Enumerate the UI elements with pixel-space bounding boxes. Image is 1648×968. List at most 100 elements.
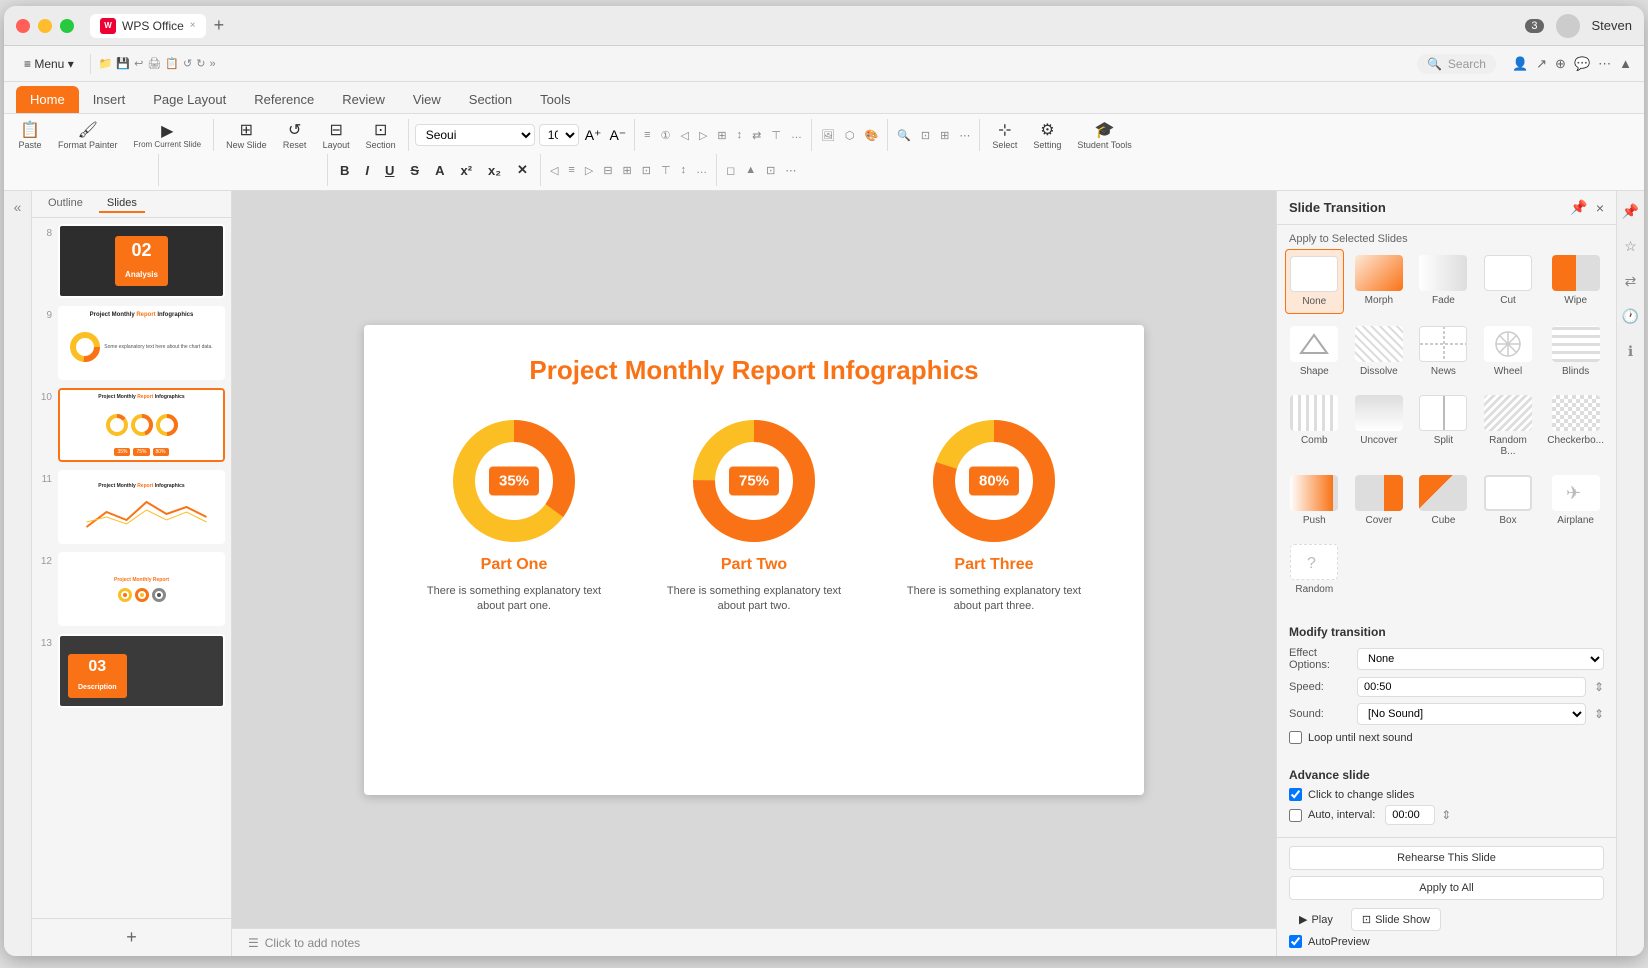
paste-button[interactable]: 📋 Paste — [12, 118, 48, 152]
indent-increase-icon[interactable]: ▷ — [696, 127, 710, 144]
zoom-icon[interactable]: 🔍 — [894, 127, 914, 144]
list-number-icon[interactable]: ① — [658, 127, 674, 144]
strikethrough-button[interactable]: S — [404, 161, 425, 180]
transition-box[interactable]: Box — [1479, 469, 1538, 532]
student-tools-button[interactable]: 🎓 Student Tools — [1071, 118, 1137, 152]
transition-dissolve[interactable]: Dissolve — [1350, 320, 1409, 383]
notes-bar[interactable]: ☰ Click to add notes — [232, 928, 1276, 956]
info-icon[interactable]: ℹ — [1624, 339, 1637, 364]
bold-button[interactable]: B — [334, 161, 355, 180]
transition-wipe[interactable]: Wipe — [1543, 249, 1608, 314]
list-item[interactable]: 11 Project Monthly Report Infographics — [38, 470, 225, 544]
more5-icon[interactable]: ⋯ — [782, 162, 799, 179]
list-item[interactable]: 8 02Analysis — [38, 224, 225, 298]
from-current-slide-button[interactable]: ▶ From Current Slide — [128, 119, 208, 152]
effect-options-select[interactable]: None — [1357, 648, 1604, 670]
sidebar-toggle[interactable]: « — [4, 191, 32, 956]
arrows-icon[interactable]: ⇄ — [1621, 269, 1641, 294]
sound-select[interactable]: [No Sound] — [1357, 703, 1586, 725]
slide-thumbnail[interactable]: Project Monthly Report Infographics 35% … — [58, 388, 225, 462]
click-change-checkbox[interactable] — [1289, 788, 1302, 801]
tab-close-button[interactable]: × — [190, 20, 196, 31]
history-icon[interactable]: 🕐 — [1618, 304, 1643, 329]
tab-tools[interactable]: Tools — [526, 86, 584, 113]
row-dist-icon[interactable]: ⊤ — [658, 162, 674, 179]
sound-stepper[interactable]: ⇕ — [1594, 707, 1604, 721]
indent-decrease-icon[interactable]: ◁ — [677, 127, 691, 144]
align-top-icon[interactable]: ⊤ — [768, 127, 784, 144]
loop-checkbox[interactable] — [1289, 731, 1302, 744]
print-icon[interactable]: ⊕ — [1555, 56, 1566, 72]
slide-thumbnail[interactable]: Project Monthly Report — [58, 552, 225, 626]
fullscreen-button[interactable] — [60, 19, 74, 33]
auto-stepper[interactable]: ⇕ — [1441, 808, 1451, 822]
speed-stepper[interactable]: ⇕ — [1594, 680, 1604, 694]
hamburger-menu[interactable]: ≡ Menu ▾ — [16, 53, 82, 75]
transition-none[interactable]: None — [1285, 249, 1344, 314]
subscript-button[interactable]: x₂ — [482, 161, 507, 180]
app-tab[interactable]: W WPS Office × — [90, 14, 206, 38]
tab-review[interactable]: Review — [328, 86, 399, 113]
tab-section[interactable]: Section — [455, 86, 526, 113]
layout2-icon[interactable]: ⊡ — [918, 127, 933, 144]
underline-button[interactable]: U — [379, 161, 400, 180]
add-slide-button[interactable]: + — [32, 918, 231, 956]
table-icon[interactable]: ⊞ — [620, 162, 635, 179]
transition-blinds[interactable]: Blinds — [1543, 320, 1608, 383]
auto-preview-checkbox[interactable] — [1289, 935, 1302, 948]
tab-home[interactable]: Home — [16, 86, 79, 113]
transition-split[interactable]: Split — [1414, 389, 1473, 463]
new-tab-button[interactable]: + — [214, 15, 225, 36]
auto-interval-checkbox[interactable] — [1289, 809, 1302, 822]
more4-icon[interactable]: … — [693, 162, 710, 178]
transition-checkerboard[interactable]: Checkerbo... — [1543, 389, 1608, 463]
more-text-icon[interactable]: … — [788, 127, 805, 143]
font-color-button[interactable]: A — [429, 161, 450, 180]
slide-thumbnail[interactable]: 03Description — [58, 634, 225, 708]
transition-push[interactable]: Push — [1285, 469, 1344, 532]
tab-view[interactable]: View — [399, 86, 455, 113]
transition-uncover[interactable]: Uncover — [1350, 389, 1409, 463]
shape-style-icon[interactable]: ◻ — [723, 162, 738, 179]
paint-bucket-icon[interactable]: 🎨 — [862, 127, 882, 144]
transition-shape[interactable]: Shape — [1285, 320, 1344, 383]
shapes-icon[interactable]: ⬡ — [842, 127, 858, 144]
search-box[interactable]: 🔍 Search — [1417, 54, 1496, 74]
clear-format-button[interactable]: ✕ — [511, 160, 534, 180]
slideshow-button[interactable]: ⊡ Slide Show — [1351, 908, 1441, 931]
apply-all-button[interactable]: Apply to All — [1289, 876, 1604, 900]
shape-fill-icon[interactable]: ▲ — [742, 162, 759, 178]
align-center-icon[interactable]: ≡ — [565, 162, 577, 178]
transition-fade[interactable]: Fade — [1414, 249, 1473, 314]
col-dist-icon[interactable]: ⊡ — [639, 162, 654, 179]
collapse-icon[interactable]: ▲ — [1619, 56, 1632, 71]
rehearse-button[interactable]: Rehearse This Slide — [1289, 846, 1604, 870]
font-shrink-button[interactable]: A⁻ — [607, 127, 628, 144]
slide-thumbnail[interactable]: Project Monthly Report Infographics — [58, 470, 225, 544]
arrange-icon[interactable]: ⊡ — [763, 162, 778, 179]
list-bullet-icon[interactable]: ≡ — [641, 127, 653, 143]
tab-reference[interactable]: Reference — [240, 86, 328, 113]
list-item[interactable]: 10 Project Monthly Report Infographics 3… — [38, 388, 225, 462]
pin-icon[interactable]: 📌 — [1618, 199, 1643, 224]
new-slide-button[interactable]: ⊞ New Slide — [220, 118, 273, 152]
transition-cover[interactable]: Cover — [1350, 469, 1409, 532]
close-panel-button[interactable]: × — [1596, 199, 1604, 216]
font-grow-button[interactable]: A⁺ — [583, 127, 604, 144]
transition-cube[interactable]: Cube — [1414, 469, 1473, 532]
transition-comb[interactable]: Comb — [1285, 389, 1344, 463]
list-item[interactable]: 9 Project Monthly Report Infographics So… — [38, 306, 225, 380]
superscript-button[interactable]: x² — [454, 161, 478, 180]
grid-icon[interactable]: ⊞ — [937, 127, 952, 144]
slides-tab[interactable]: Slides — [99, 195, 145, 213]
line-spacing-icon[interactable]: ↕ — [734, 127, 746, 143]
line-sp2-icon[interactable]: ↕ — [678, 162, 690, 178]
reset-button[interactable]: ↺ Reset — [277, 118, 313, 152]
transition-wheel[interactable]: Wheel — [1479, 320, 1538, 383]
transition-airplane[interactable]: ✈ Airplane — [1543, 469, 1608, 532]
format-painter-button[interactable]: 🖌 Format Painter — [52, 118, 124, 152]
slide-thumbnail[interactable]: Project Monthly Report Infographics Some… — [58, 306, 225, 380]
auto-interval-input[interactable]: 00:00 — [1385, 805, 1435, 825]
font-family-select[interactable]: Seoui — [415, 124, 535, 146]
transition-news[interactable]: News — [1414, 320, 1473, 383]
